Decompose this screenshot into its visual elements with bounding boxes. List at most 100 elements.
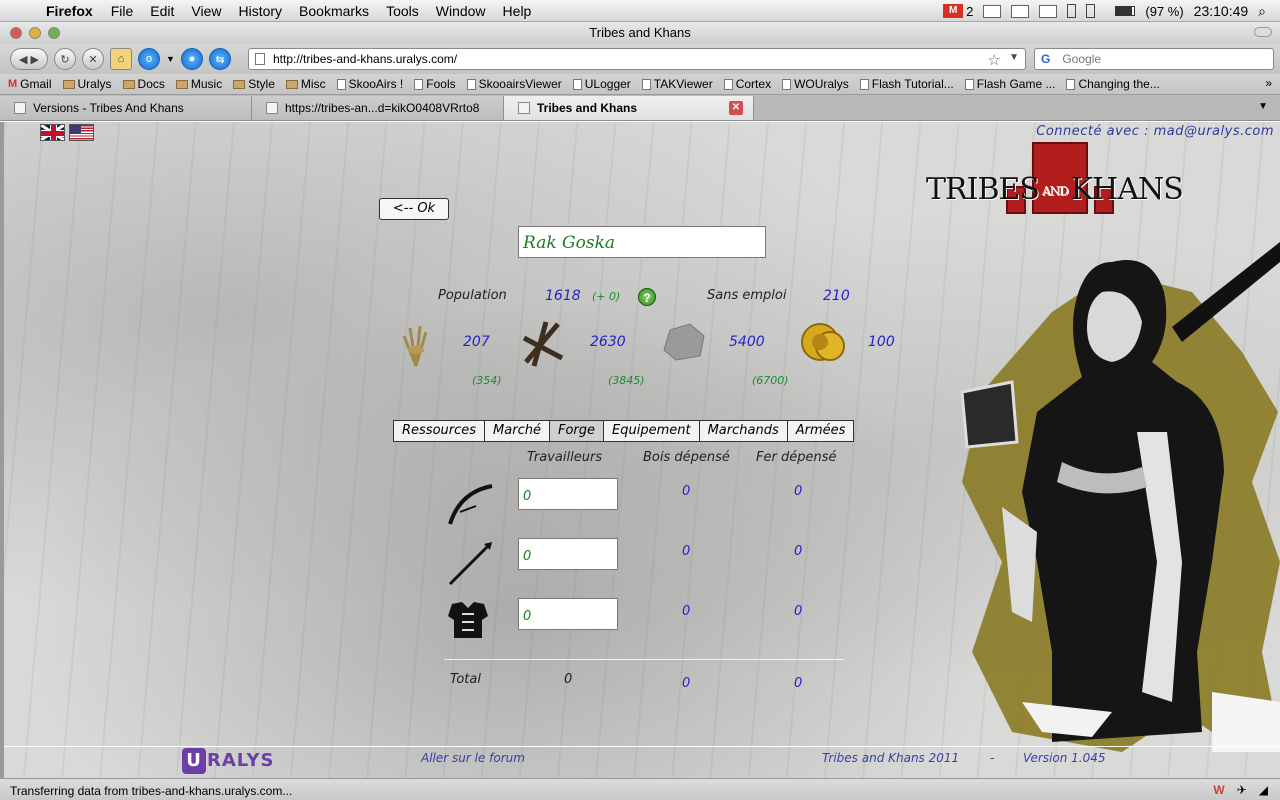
menu-history[interactable]: History (238, 3, 282, 19)
share-icon[interactable]: ⇆ (208, 48, 231, 70)
url-bar[interactable]: http://tribes-and-khans.uralys.com/ ☆ ▼ (248, 48, 1026, 70)
mail-icon[interactable] (983, 4, 1002, 18)
stop-icon[interactable]: ✕ (82, 48, 104, 70)
bookmark-item[interactable]: SkooairsViewer (466, 77, 562, 91)
bookmark-label: Flash Tutorial... (871, 77, 954, 91)
menu-tools[interactable]: Tools (386, 3, 419, 19)
wood-capacity: (3845) (608, 374, 645, 387)
addon-2-icon[interactable]: ● (180, 48, 203, 70)
bookmark-item[interactable]: Flash Game ... (964, 77, 1055, 91)
bookmark-label: Docs (137, 77, 165, 91)
uralys-logo[interactable]: U RALYS (182, 748, 274, 774)
stone-value: 5400 (729, 334, 765, 350)
bookmark-item[interactable]: TAKViewer (641, 77, 713, 91)
bookmark-item[interactable]: Style (233, 77, 275, 91)
reload-icon[interactable]: ↻ (54, 48, 76, 70)
bookmark-star-icon[interactable]: ☆ (988, 51, 1001, 69)
resize-grip-icon[interactable]: ◢ (1259, 783, 1268, 797)
back-forward-button[interactable]: ◀ ▶ (10, 48, 48, 70)
bookmarks-overflow-icon[interactable]: » (1265, 76, 1272, 90)
favicon-icon (518, 102, 530, 114)
bookmark-item[interactable]: WOUralys (782, 77, 849, 91)
tab-https[interactable]: https://tribes-an...d=kikO0408VRrto8 (252, 96, 504, 120)
google-icon[interactable]: G (1041, 52, 1050, 66)
window-icon-2[interactable] (1086, 4, 1096, 18)
app-menu[interactable]: Firefox (46, 3, 93, 19)
spear-workers-input[interactable]: 0 (518, 538, 618, 570)
menu-edit[interactable]: Edit (150, 3, 174, 19)
bookmark-label: TAKViewer (653, 77, 713, 91)
gmail-notifier-icon[interactable]: M2 (943, 4, 973, 19)
tab-marchands[interactable]: Marchands (699, 420, 788, 442)
sync-icon[interactable] (1039, 4, 1058, 18)
game-tabs: Ressources Marché Forge Equipement March… (393, 420, 855, 442)
tab-marche[interactable]: Marché (485, 420, 550, 442)
adblock-status-icon[interactable]: ✈ (1237, 783, 1247, 797)
window-icon[interactable] (1067, 4, 1077, 18)
search-box[interactable]: G Google (1034, 48, 1274, 70)
addon-dropdown-icon[interactable]: ▼ (166, 54, 175, 64)
city-name-field[interactable]: Rak Goska (518, 226, 766, 258)
tab-forge[interactable]: Forge (549, 420, 604, 442)
unemployed-value: 210 (823, 288, 850, 304)
population-delta: (+ 0) (592, 290, 621, 303)
bookmark-item[interactable]: Changing the... (1066, 77, 1160, 91)
url-history-dropdown-icon[interactable]: ▼ (1009, 52, 1019, 63)
tab-tribes-and-khans[interactable]: Tribes and Khans ✕ (504, 96, 754, 120)
bow-workers-input[interactable]: 0 (518, 478, 618, 510)
bookmark-item[interactable]: Docs (122, 77, 165, 91)
bookmark-item[interactable]: M Gmail (8, 77, 52, 91)
mail-icon-2[interactable] (1011, 4, 1030, 18)
tab-label: Tribes and Khans (537, 101, 638, 115)
bookmark-label: Uralys (77, 77, 112, 91)
bookmark-item[interactable]: Flash Tutorial... (859, 77, 954, 91)
bookmark-item[interactable]: Uralys (62, 77, 112, 91)
forum-link[interactable]: Aller sur le forum (421, 751, 525, 765)
warrior-illustration (960, 242, 1280, 752)
page-icon (964, 78, 974, 90)
clock[interactable]: 23:10:49 (1194, 3, 1249, 19)
ok-back-button[interactable]: <-- Ok (379, 198, 449, 220)
close-window-button[interactable] (10, 27, 22, 39)
gold-icon (801, 323, 845, 361)
battery-icon[interactable] (1115, 6, 1136, 16)
close-tab-icon[interactable]: ✕ (729, 101, 743, 115)
bookmark-item[interactable]: ULogger (572, 77, 631, 91)
uk-flag-icon[interactable] (40, 124, 65, 141)
menu-help[interactable]: Help (503, 3, 532, 19)
bookmark-item[interactable]: Misc (285, 77, 326, 91)
tab-ressources[interactable]: Ressources (393, 420, 486, 442)
page-icon (723, 78, 733, 90)
bookmark-item[interactable]: Music (175, 77, 222, 91)
us-flag-icon[interactable] (69, 124, 94, 141)
minimize-window-button[interactable] (29, 27, 41, 39)
spotlight-icon[interactable]: ⌕ (1258, 3, 1266, 20)
connected-user[interactable]: Connecté avec : mad@uralys.com (1036, 124, 1274, 139)
menu-file[interactable]: File (111, 3, 134, 19)
bookmark-item[interactable]: Cortex (723, 77, 771, 91)
bookmark-item[interactable]: Fools (414, 77, 456, 91)
footer-separator: - (990, 751, 995, 765)
tab-list-dropdown-icon[interactable]: ▼ (1258, 101, 1268, 112)
menu-bookmarks[interactable]: Bookmarks (299, 3, 369, 19)
armor-workers-input[interactable]: 0 (518, 598, 618, 630)
gold-value: 100 (868, 334, 895, 350)
copyright-text: Tribes and Khans 2011 (822, 751, 960, 765)
addon-icon[interactable]: o (138, 48, 160, 70)
menu-view[interactable]: View (191, 3, 221, 19)
bookmark-item[interactable]: SkooAirs ! (336, 77, 403, 91)
folder-icon (62, 79, 75, 89)
tab-versions[interactable]: Versions - Tribes And Khans (0, 96, 252, 120)
zoom-window-button[interactable] (48, 27, 60, 39)
tab-strip: Versions - Tribes And Khans https://trib… (0, 95, 1280, 121)
search-placeholder: Google (1062, 52, 1102, 66)
favicon-icon (266, 102, 278, 114)
addon-status-icon[interactable]: W (1213, 783, 1224, 797)
help-icon[interactable]: ? (638, 288, 656, 306)
menu-window[interactable]: Window (436, 3, 486, 19)
tab-armees[interactable]: Armées (787, 420, 855, 442)
toolbar-toggle-button[interactable] (1254, 27, 1272, 37)
home-icon[interactable]: ⌂ (110, 48, 132, 70)
url-text[interactable]: http://tribes-and-khans.uralys.com/ (273, 52, 457, 66)
tab-equipement[interactable]: Equipement (604, 420, 700, 442)
